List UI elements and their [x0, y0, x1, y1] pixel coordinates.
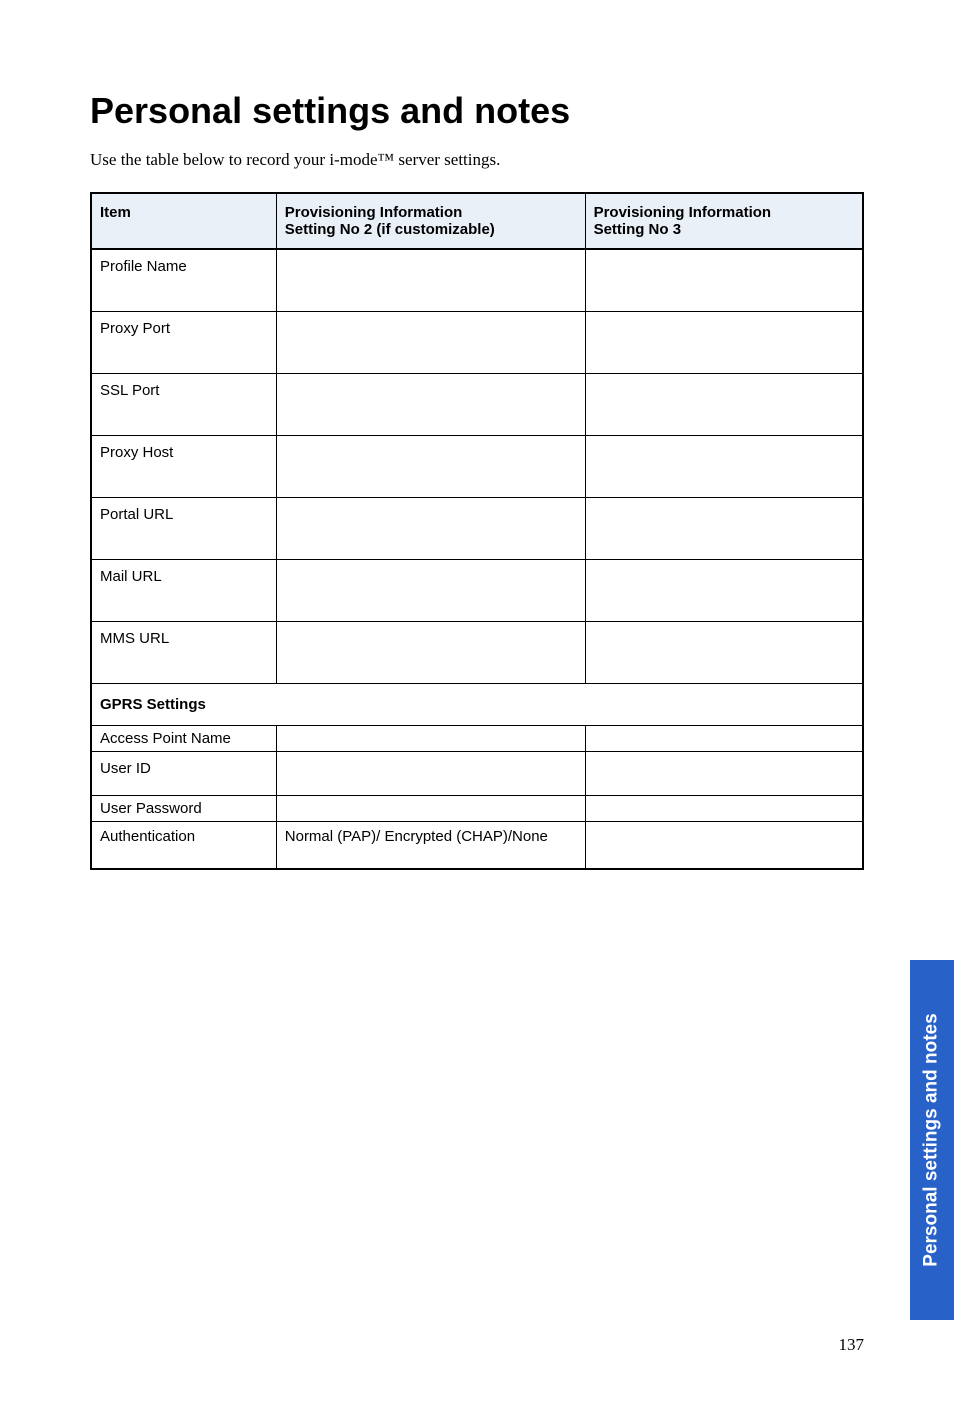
cell-empty — [585, 373, 863, 435]
table-row: Profile Name — [91, 249, 863, 311]
row-proxy-port: Proxy Port — [91, 311, 276, 373]
cell-empty — [276, 373, 585, 435]
cell-empty — [585, 725, 863, 751]
header-col2: Provisioning Information Setting No 2 (i… — [276, 193, 585, 249]
header-col3: Provisioning Information Setting No 3 — [585, 193, 863, 249]
cell-empty — [276, 249, 585, 311]
table-row: Portal URL — [91, 497, 863, 559]
page-title: Personal settings and notes — [90, 90, 864, 132]
cell-empty — [585, 311, 863, 373]
table-row: Proxy Port — [91, 311, 863, 373]
row-user-password: User Password — [91, 795, 276, 821]
cell-empty — [276, 497, 585, 559]
intro-text: Use the table below to record your i-mod… — [90, 150, 864, 170]
side-tab: Personal settings and notes — [910, 960, 954, 1320]
cell-empty — [585, 559, 863, 621]
header-col2-line2: Setting No 2 (if customizable) — [285, 221, 495, 238]
row-mms-url: MMS URL — [91, 621, 276, 683]
cell-empty — [276, 751, 585, 795]
table-row: GPRS Settings — [91, 683, 863, 725]
row-ssl-port: SSL Port — [91, 373, 276, 435]
table-row: Access Point Name — [91, 725, 863, 751]
table-row: SSL Port — [91, 373, 863, 435]
cell-empty — [585, 621, 863, 683]
row-profile-name: Profile Name — [91, 249, 276, 311]
header-col3-line2: Setting No 3 — [594, 221, 682, 238]
cell-empty — [276, 621, 585, 683]
table-row: Mail URL — [91, 559, 863, 621]
cell-empty — [585, 497, 863, 559]
cell-empty — [276, 795, 585, 821]
cell-empty — [585, 751, 863, 795]
header-col3-line1: Provisioning Information — [594, 204, 772, 221]
cell-empty — [585, 795, 863, 821]
settings-table: Item Provisioning Information Setting No… — [90, 192, 864, 870]
row-authentication: Authentication — [91, 821, 276, 869]
row-proxy-host: Proxy Host — [91, 435, 276, 497]
cell-empty — [585, 249, 863, 311]
cell-empty — [276, 311, 585, 373]
row-authentication-value: Normal (PAP)/ Encrypted (CHAP)/None — [276, 821, 585, 869]
table-header-row: Item Provisioning Information Setting No… — [91, 193, 863, 249]
cell-empty — [276, 725, 585, 751]
cell-empty — [585, 821, 863, 869]
row-gprs-settings: GPRS Settings — [91, 683, 863, 725]
table-row: Proxy Host — [91, 435, 863, 497]
cell-empty — [276, 559, 585, 621]
table-row: MMS URL — [91, 621, 863, 683]
cell-empty — [585, 435, 863, 497]
table-row: User ID — [91, 751, 863, 795]
row-user-id: User ID — [91, 751, 276, 795]
cell-empty — [276, 435, 585, 497]
row-access-point-name: Access Point Name — [91, 725, 276, 751]
row-mail-url: Mail URL — [91, 559, 276, 621]
side-tab-label: Personal settings and notes — [921, 1013, 943, 1266]
table-row: Authentication Normal (PAP)/ Encrypted (… — [91, 821, 863, 869]
header-col2-line1: Provisioning Information — [285, 204, 463, 221]
row-portal-url: Portal URL — [91, 497, 276, 559]
table-row: User Password — [91, 795, 863, 821]
header-item: Item — [91, 193, 276, 249]
page-number: 137 — [839, 1335, 865, 1355]
